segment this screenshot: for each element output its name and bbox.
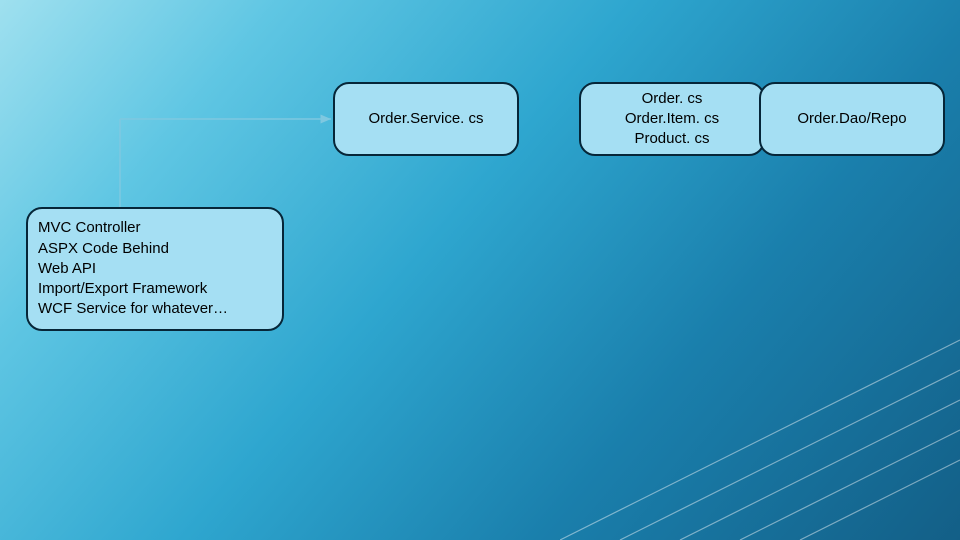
box-client-consumers: MVC Controller ASPX Code Behind Web API …	[26, 207, 284, 331]
box-domain-models-label: Order. cs Order.Item. cs Product. cs	[625, 89, 719, 150]
box-order-repo: Order.Dao/Repo	[759, 82, 945, 156]
box-order-repo-label: Order.Dao/Repo	[797, 109, 906, 129]
decorative-lines	[560, 300, 960, 540]
box-domain-models: Order. cs Order.Item. cs Product. cs	[579, 82, 765, 156]
box-order-service-label: Order.Service. cs	[368, 109, 483, 129]
box-order-service: Order.Service. cs	[333, 82, 519, 156]
box-client-consumers-label: MVC Controller ASPX Code Behind Web API …	[38, 218, 228, 319]
